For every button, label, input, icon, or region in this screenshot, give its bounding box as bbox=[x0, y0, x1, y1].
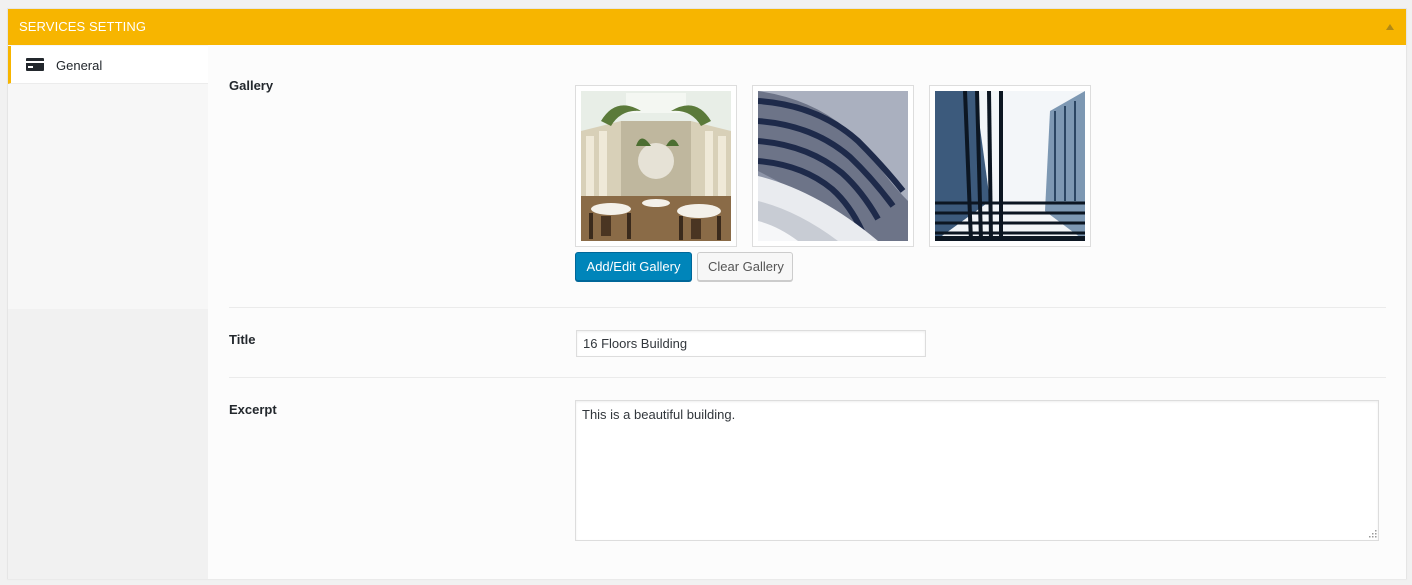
gallery-thumb-1[interactable] bbox=[575, 85, 737, 247]
sidebar-filler bbox=[8, 309, 208, 579]
excerpt-label: Excerpt bbox=[229, 402, 277, 417]
clear-gallery-button[interactable]: Clear Gallery bbox=[697, 252, 793, 281]
row-divider bbox=[229, 307, 1386, 308]
metabox-title: SERVICES SETTING bbox=[19, 19, 147, 34]
resize-handle-icon[interactable] bbox=[1369, 530, 1377, 538]
add-edit-gallery-button[interactable]: Add/Edit Gallery bbox=[575, 252, 692, 281]
atrium-restaurant-image bbox=[581, 91, 731, 241]
glass-tower-image bbox=[935, 91, 1085, 241]
excerpt-field[interactable]: This is a beautiful building. bbox=[575, 400, 1379, 541]
collapse-toggle-icon[interactable] bbox=[1386, 24, 1394, 30]
gallery-thumb-3[interactable] bbox=[929, 85, 1091, 247]
gallery-thumb-2[interactable] bbox=[752, 85, 914, 247]
sidebar-item-general[interactable]: General bbox=[8, 46, 208, 84]
title-label: Title bbox=[229, 332, 256, 347]
settings-content: Gallery Add/Edit Gallery Clear Gallery T… bbox=[208, 45, 1406, 579]
title-field[interactable] bbox=[576, 330, 926, 357]
card-icon bbox=[26, 58, 44, 71]
curved-building-image bbox=[758, 91, 908, 241]
settings-sidebar: General bbox=[8, 45, 208, 579]
gallery-label: Gallery bbox=[229, 78, 274, 93]
metabox-header[interactable]: SERVICES SETTING bbox=[8, 9, 1406, 45]
services-setting-metabox: SERVICES SETTING General Gallery Add/Edi… bbox=[7, 8, 1407, 579]
row-divider bbox=[229, 377, 1386, 378]
sidebar-item-label: General bbox=[56, 58, 103, 73]
